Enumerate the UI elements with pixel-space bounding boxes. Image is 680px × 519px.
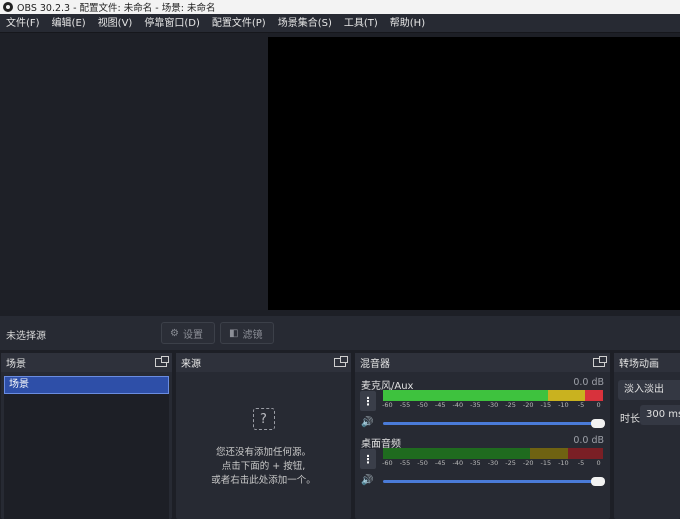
scale-tick: -50 [417,459,428,467]
volume-slider-handle[interactable] [591,477,605,486]
channel-db-readout: 0.0 dB [573,377,604,388]
menu-edit[interactable]: 编辑(E) [46,14,92,33]
mixer-channel-desktop: 桌面音频 0.0 dB ⋮ -60 -55 -50 -45 -40 -35 -3… [355,435,610,493]
scale-tick: -60 [382,459,393,467]
meter-scale: -60 -55 -50 -45 -40 -35 -30 -25 -20 -15 … [382,401,603,411]
sources-dock-header: 来源 [176,353,351,372]
no-source-label: 未选择源 [6,331,46,342]
scene-list-item[interactable]: 场景 [4,376,169,394]
volume-meter [383,448,603,459]
meter-red-segment [585,390,603,401]
mixer-dock: 混音器 麦克风/Aux 0.0 dB ⋮ -60 -55 -50 -45 -40… [355,353,610,519]
preview-background [0,33,268,310]
speaker-icon[interactable]: 🔊 [361,475,375,489]
scale-tick: -60 [382,401,393,409]
scale-tick: -30 [487,459,499,467]
volume-meter [383,390,603,401]
scale-tick: -40 [452,459,464,467]
scenes-dock-title: 场景 [6,359,26,370]
menu-profile[interactable]: 配置文件(P) [206,14,272,33]
channel-db-readout: 0.0 dB [573,435,604,446]
scale-tick: -55 [399,401,411,409]
sources-dock-title: 来源 [181,359,201,370]
meter-green-segment [383,448,531,459]
scale-tick: -35 [470,401,481,409]
scale-tick: -45 [434,401,446,409]
program-preview[interactable] [268,37,680,310]
speaker-icon[interactable]: 🔊 [361,417,375,431]
scale-tick: -5 [577,401,585,409]
settings-label: 设置 [182,329,203,341]
scale-tick: -25 [505,459,516,467]
scale-tick: -55 [399,459,411,467]
scenes-dock-header: 场景 [1,353,172,372]
empty-text-line: 您还没有添加任何源。 [215,447,311,458]
scene-list: 场景 [4,376,169,519]
meter-red-segment [567,448,603,459]
transition-select[interactable]: 淡入淡出 [618,380,680,400]
sources-empty-text: 您还没有添加任何源。 点击下面的 + 按钮, 或者右击此处添加一个。 [211,446,316,488]
meter-scale: -60 -55 -50 -45 -40 -35 -30 -25 -20 -15 … [382,459,603,469]
undock-icon[interactable] [334,356,348,367]
scenes-dock: 场景 场景 [1,353,172,519]
channel-menu-button[interactable]: ⋮ [360,449,376,469]
meter-green-segment [383,390,548,401]
menu-help[interactable]: 帮助(H) [384,14,431,33]
channel-menu-button[interactable]: ⋮ [360,391,376,411]
scale-tick: -15 [540,459,552,467]
title-bar: OBS 30.2.3 - 配置文件: 未命名 - 场景: 未命名 [0,0,680,14]
scale-tick: -20 [522,401,534,409]
empty-text-line: 点击下面的 + 按钮, [221,461,306,472]
scale-tick: -45 [434,459,446,467]
gear-icon: ⚙ [170,327,179,339]
scale-tick: 0 [596,459,601,467]
scale-tick: -15 [540,401,552,409]
menu-view[interactable]: 视图(V) [92,14,139,33]
source-settings-button[interactable]: ⚙ 设置 [161,322,215,344]
menu-bar: 文件(F) 编辑(E) 视图(V) 停靠窗口(D) 配置文件(P) 场景集合(S… [0,14,680,33]
scale-tick: -20 [522,459,534,467]
duration-label: 时长 [620,414,640,425]
empty-text-line: 或者右击此处添加一个。 [211,475,316,486]
source-toolbar: 未选择源 ⚙ 设置 ◧ 滤镜 [0,316,680,350]
scale-tick: -10 [558,401,569,409]
undock-icon[interactable] [593,356,607,367]
transitions-dock: 转场动画 淡入淡出 时长 300 ms [614,353,680,519]
source-filters-button[interactable]: ◧ 滤镜 [220,322,274,344]
scale-tick: -25 [505,401,516,409]
volume-slider[interactable] [383,419,605,428]
scale-tick: -30 [487,401,499,409]
undock-icon[interactable] [155,356,169,367]
scale-tick: -40 [452,401,464,409]
scale-tick: -5 [577,459,585,467]
transitions-dock-header: 转场动画 [614,353,680,372]
menu-tools[interactable]: 工具(T) [338,14,384,33]
mixer-dock-title: 混音器 [360,359,390,370]
obs-logo-icon [3,2,13,12]
mixer-dock-header: 混音器 [355,353,610,372]
sources-dock: 来源 ? 您还没有添加任何源。 点击下面的 + 按钮, 或者右击此处添加一个。 [176,353,351,519]
transitions-dock-title: 转场动画 [619,359,659,370]
volume-slider[interactable] [383,477,605,486]
menu-file[interactable]: 文件(F) [0,14,46,33]
scale-tick: 0 [596,401,601,409]
menu-scene-collection[interactable]: 场景集合(S) [272,14,338,33]
scale-tick: -10 [558,459,569,467]
duration-input[interactable]: 300 ms [640,405,680,425]
scale-tick: -35 [470,459,481,467]
filter-icon: ◧ [229,327,239,339]
meter-yellow-segment [548,390,586,401]
mixer-channel-mic: 麦克风/Aux 0.0 dB ⋮ -60 -55 -50 -45 -40 -35… [355,377,610,435]
menu-docks[interactable]: 停靠窗口(D) [138,14,206,33]
window-title: OBS 30.2.3 - 配置文件: 未命名 - 场景: 未命名 [17,3,216,14]
meter-yellow-segment [530,448,568,459]
volume-slider-handle[interactable] [591,419,605,428]
question-mark-icon: ? [252,408,275,430]
filters-label: 滤镜 [242,329,263,341]
sources-empty-area[interactable]: ? 您还没有添加任何源。 点击下面的 + 按钮, 或者右击此处添加一个。 [176,372,351,519]
scale-tick: -50 [417,401,428,409]
